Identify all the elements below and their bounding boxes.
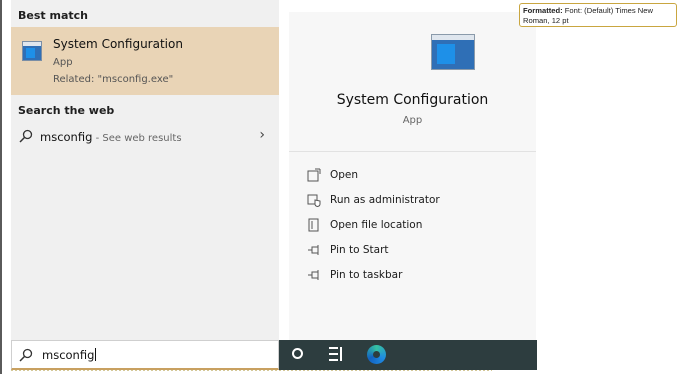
detail-type: App [402,115,423,126]
action-open-file-location[interactable]: Open file location [307,216,507,236]
detail-divider [289,151,536,152]
best-match-item[interactable]: System Configuration App Related: "mscon… [11,27,279,95]
best-match-heading: Best match [18,9,88,22]
cortana-icon[interactable] [292,348,303,359]
file-location-icon [308,218,319,232]
comment-label: Formatted: [523,6,563,15]
action-pin-to-start-label: Pin to Start [330,244,389,256]
web-result-text: msconfig - See web results [40,130,182,144]
search-icon [19,129,33,143]
app-detail-pane: System Configuration App Open Run as adm… [289,12,536,340]
search-web-heading: Search the web [18,104,115,117]
action-open[interactable]: Open [307,166,507,186]
search-input[interactable]: msconfig [42,348,97,362]
action-pin-to-start[interactable]: Pin to Start [307,241,507,261]
best-match-title: System Configuration [53,37,183,51]
best-match-related: Related: "msconfig.exe" [53,74,174,85]
action-open-file-location-label: Open file location [330,219,423,231]
web-result-query: msconfig [40,130,93,144]
edge-icon[interactable] [367,345,386,364]
best-match-type: App [53,57,73,68]
web-result-suffix: - See web results [92,133,182,144]
system-configuration-large-icon [431,34,475,70]
system-configuration-app-icon [22,41,42,61]
formatting-comment-balloon: Formatted: Font: (Default) Times New Rom… [519,3,677,27]
start-search-results-pane: Best match System Configuration App Rela… [11,0,279,340]
taskbar-search-box[interactable]: msconfig [11,340,279,370]
open-icon [307,168,321,182]
task-view-icon[interactable] [329,347,343,361]
search-input-value: msconfig [42,348,95,362]
action-open-label: Open [330,169,359,181]
action-run-as-administrator-label: Run as administrator [330,194,440,206]
text-caret [95,348,97,361]
action-pin-to-taskbar[interactable]: Pin to taskbar [307,266,507,286]
taskbar [279,340,537,370]
chevron-right-icon[interactable]: › [259,127,265,143]
action-run-as-administrator[interactable]: Run as administrator [307,191,507,211]
search-icon [19,348,33,362]
pin-icon [308,245,319,255]
pin-icon [308,270,319,280]
web-search-result[interactable]: msconfig - See web results › [11,124,279,150]
detail-title: System Configuration [336,92,489,108]
shield-icon [307,194,321,207]
document-margin-line [0,0,2,374]
action-pin-to-taskbar-label: Pin to taskbar [330,269,403,281]
